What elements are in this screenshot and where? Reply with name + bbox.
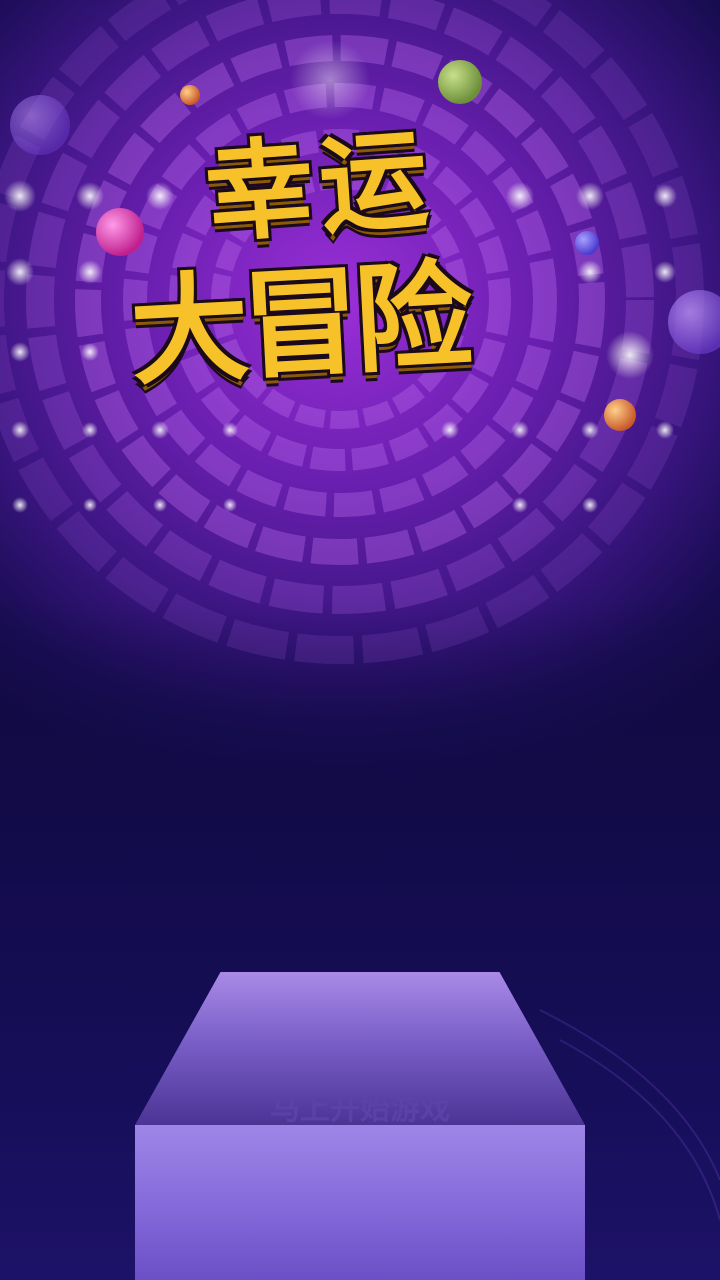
start-pedestal-front[interactable] (135, 1125, 585, 1280)
blue-ball-icon (575, 231, 599, 255)
title-line-2: 大冒险 (127, 246, 470, 402)
purple-ball-icon (10, 95, 70, 155)
orange-ball-icon (604, 399, 636, 431)
green-ball-icon (438, 60, 482, 104)
start-game-button[interactable]: 马上开始游戏 (135, 1084, 585, 1128)
game-logo: 幸运 大冒险 (127, 100, 550, 420)
